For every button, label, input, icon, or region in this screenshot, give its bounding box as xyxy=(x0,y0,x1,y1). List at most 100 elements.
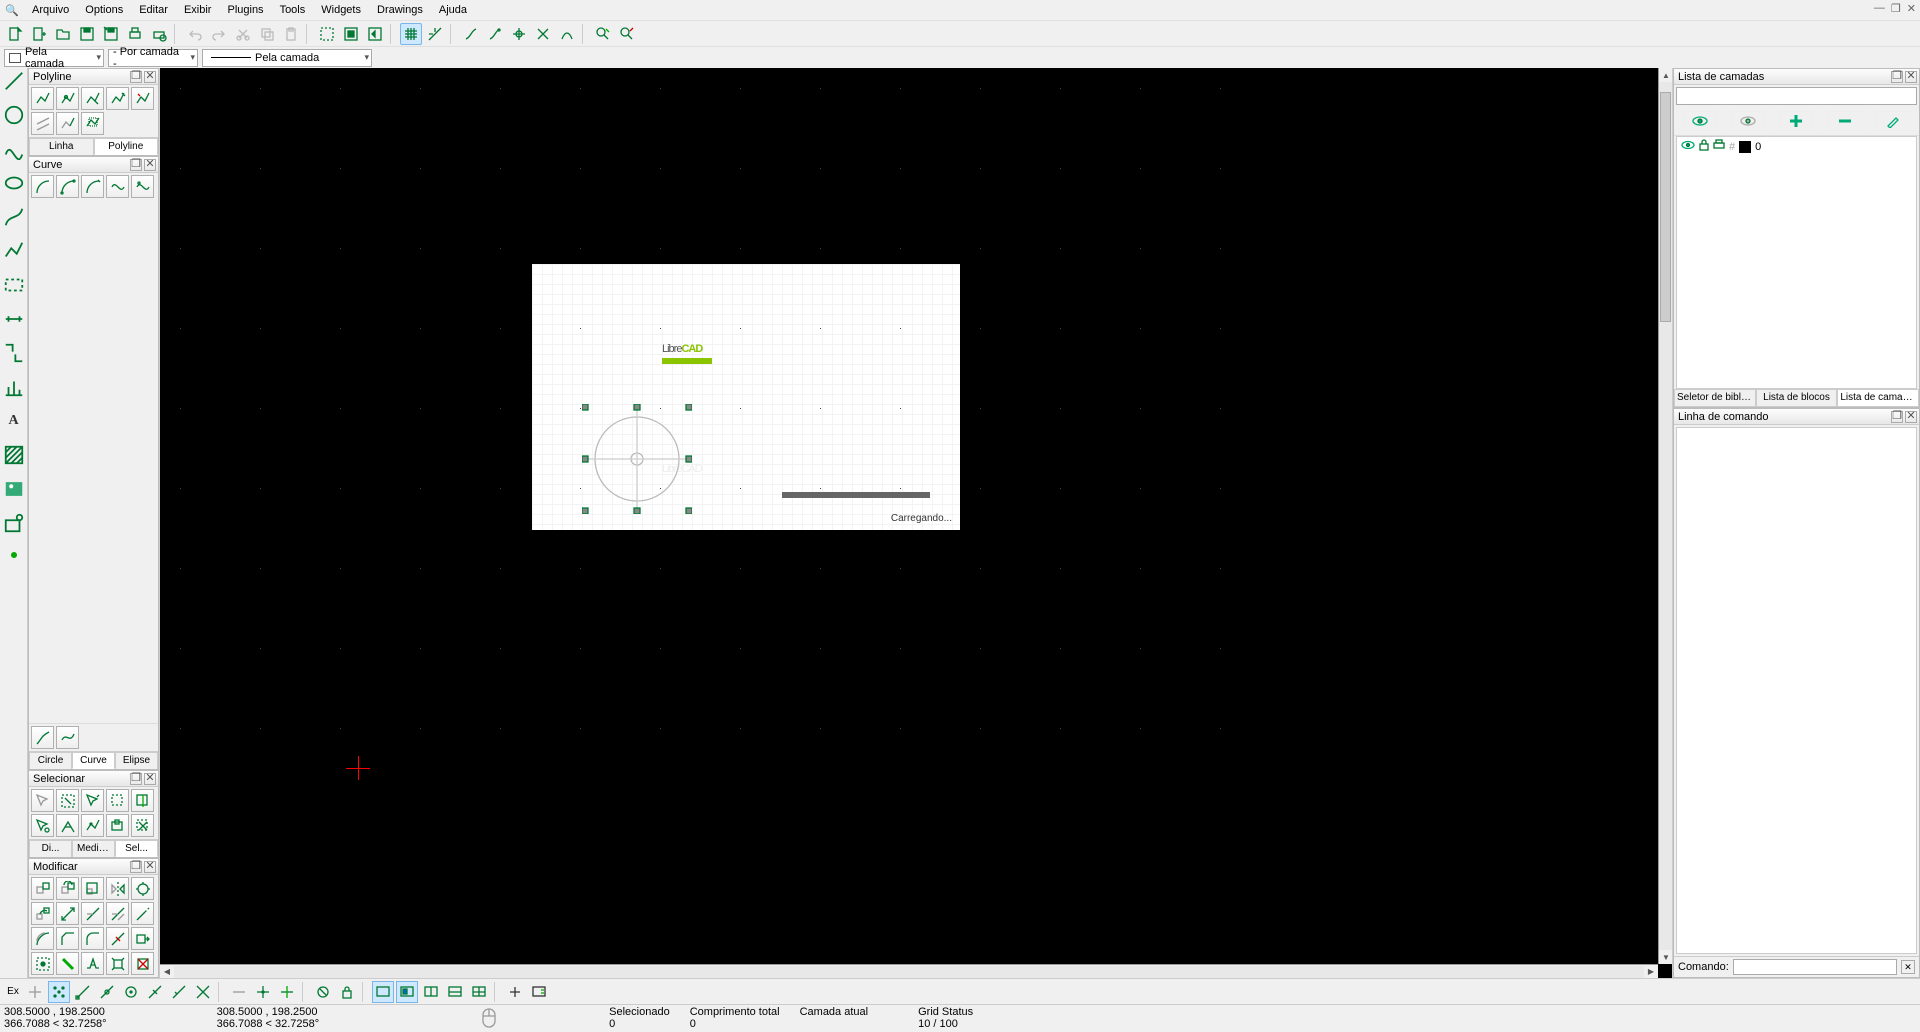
arc-btn-2[interactable] xyxy=(56,175,79,198)
arc-btn-4[interactable] xyxy=(106,175,129,198)
line-tool[interactable] xyxy=(3,70,25,92)
select-tool[interactable] xyxy=(3,274,25,296)
grid-toggle-button[interactable] xyxy=(400,23,422,45)
relative-zero-button[interactable] xyxy=(312,981,334,1003)
mod-properties[interactable] xyxy=(31,952,54,975)
color-combo[interactable]: Pela camada xyxy=(4,49,104,67)
curve-dock-title[interactable]: Curve❐✕ xyxy=(29,157,158,173)
view-button-4[interactable] xyxy=(444,981,466,1003)
tab-di[interactable]: Di... xyxy=(29,840,72,857)
polyline-btn-2[interactable] xyxy=(56,87,79,110)
menu-tools[interactable]: Tools xyxy=(272,2,314,18)
undo-button[interactable] xyxy=(184,23,206,45)
zoom-auto-button[interactable] xyxy=(340,23,362,45)
snap-endpoint-button[interactable] xyxy=(72,981,94,1003)
view-button-5[interactable] xyxy=(468,981,490,1003)
new-from-template-button[interactable] xyxy=(28,23,50,45)
sel-btn-3[interactable] xyxy=(81,789,104,812)
command-dock-title[interactable]: Linha de comando❐✕ xyxy=(1674,409,1919,425)
mod-move[interactable] xyxy=(31,877,54,900)
tab-blocks[interactable]: Lista de blocos xyxy=(1756,389,1838,407)
layer-construction-icon[interactable]: # xyxy=(1729,141,1735,153)
command-clear-button[interactable]: ✕ xyxy=(1901,960,1915,974)
polyline-tool[interactable] xyxy=(3,240,25,262)
polyline-btn-7[interactable] xyxy=(56,112,79,135)
zoom-window-button[interactable] xyxy=(316,23,338,45)
menu-ajuda[interactable]: Ajuda xyxy=(431,2,475,18)
sel-btn-10[interactable] xyxy=(131,814,154,837)
mod-lengthen[interactable] xyxy=(131,902,154,925)
tab-circle[interactable]: Circle xyxy=(29,752,72,769)
polyline-btn-3[interactable] xyxy=(81,87,104,110)
sel-btn-7[interactable] xyxy=(56,814,79,837)
menu-drawings[interactable]: Drawings xyxy=(369,2,431,18)
maximize-icon[interactable]: ❐ xyxy=(1891,2,1901,15)
modify-tool[interactable] xyxy=(3,342,25,364)
tab-library[interactable]: Seletor de biblioteca xyxy=(1674,389,1756,407)
dock-close-icon[interactable]: ✕ xyxy=(1905,71,1917,83)
mod-trim2[interactable] xyxy=(106,902,129,925)
arc-btn-1[interactable] xyxy=(31,175,54,198)
snap-grid-button[interactable] xyxy=(48,981,70,1003)
mod-stretch[interactable] xyxy=(131,927,154,950)
mod-scale[interactable] xyxy=(81,877,104,900)
tab-layout-button[interactable] xyxy=(528,981,550,1003)
polyline-btn-5[interactable] xyxy=(131,87,154,110)
mod-rotate2[interactable] xyxy=(31,902,54,925)
tab-curve[interactable]: Curve xyxy=(72,752,115,769)
save-as-button[interactable] xyxy=(100,23,122,45)
sel-btn-8[interactable] xyxy=(81,814,104,837)
dock-float-icon[interactable]: ❐ xyxy=(130,773,142,785)
hatch-tool[interactable] xyxy=(3,444,25,466)
mod-divide[interactable] xyxy=(106,927,129,950)
layer-row[interactable]: # 0 xyxy=(1677,137,1916,156)
mod-explode[interactable] xyxy=(106,952,129,975)
sel-btn-4[interactable] xyxy=(106,789,129,812)
dimension-tool[interactable] xyxy=(3,308,25,330)
curve-tool[interactable] xyxy=(3,138,25,160)
menu-editar[interactable]: Editar xyxy=(131,2,176,18)
snap-ex-label[interactable]: Ex xyxy=(4,986,22,997)
layer-add-button[interactable] xyxy=(1779,111,1813,131)
dock-close-icon[interactable]: ✕ xyxy=(144,71,156,83)
unselect-button[interactable] xyxy=(592,23,614,45)
layer-color-swatch[interactable] xyxy=(1739,141,1751,153)
tab-layers[interactable]: Lista de camadas xyxy=(1837,389,1919,407)
point-tool[interactable] xyxy=(11,552,17,558)
mod-fillet[interactable] xyxy=(81,927,104,950)
order-top-button[interactable] xyxy=(532,23,554,45)
width-combo[interactable]: - Por camada - xyxy=(108,49,198,67)
tab-elipse[interactable]: Elipse xyxy=(115,752,158,769)
sel-btn-9[interactable] xyxy=(106,814,129,837)
restrict-orthogonal-button[interactable] xyxy=(252,981,274,1003)
layer-visible-icon[interactable] xyxy=(1681,140,1695,153)
edit-copy-button[interactable] xyxy=(484,23,506,45)
mod-rotate[interactable] xyxy=(56,877,79,900)
search-icon[interactable]: 🔍 xyxy=(4,2,20,18)
tab-linha[interactable]: Linha xyxy=(29,138,94,155)
layer-print-icon[interactable] xyxy=(1713,139,1725,154)
sel-btn-6[interactable] xyxy=(31,814,54,837)
layer-hideall-button[interactable] xyxy=(1731,111,1765,131)
modify-dock-title[interactable]: Modificar❐✕ xyxy=(29,859,158,875)
dock-float-icon[interactable]: ❐ xyxy=(1891,411,1903,423)
snap-middle-button[interactable] xyxy=(144,981,166,1003)
edit-cut-button[interactable] xyxy=(460,23,482,45)
view-button-2[interactable] xyxy=(396,981,418,1003)
snap-free-button[interactable] xyxy=(24,981,46,1003)
ellipse-tool[interactable] xyxy=(3,172,25,194)
tab-add-button[interactable] xyxy=(504,981,526,1003)
draft-mode-button[interactable] xyxy=(424,23,446,45)
mod-mirror[interactable] xyxy=(106,877,129,900)
zoom-previous-button[interactable] xyxy=(364,23,386,45)
linetype-combo[interactable]: Pela camada xyxy=(202,49,372,67)
select-dock-title[interactable]: Selecionar❐✕ xyxy=(29,771,158,787)
layer-remove-button[interactable] xyxy=(1828,111,1862,131)
snap-on-entity-button[interactable] xyxy=(96,981,118,1003)
text-tool[interactable]: A xyxy=(3,410,25,432)
vertical-scrollbar[interactable]: ▲▼ xyxy=(1658,68,1672,964)
arc-btn-3[interactable] xyxy=(81,175,104,198)
open-button[interactable] xyxy=(52,23,74,45)
command-input[interactable] xyxy=(1733,959,1897,975)
spline-btn-2[interactable] xyxy=(56,726,79,749)
